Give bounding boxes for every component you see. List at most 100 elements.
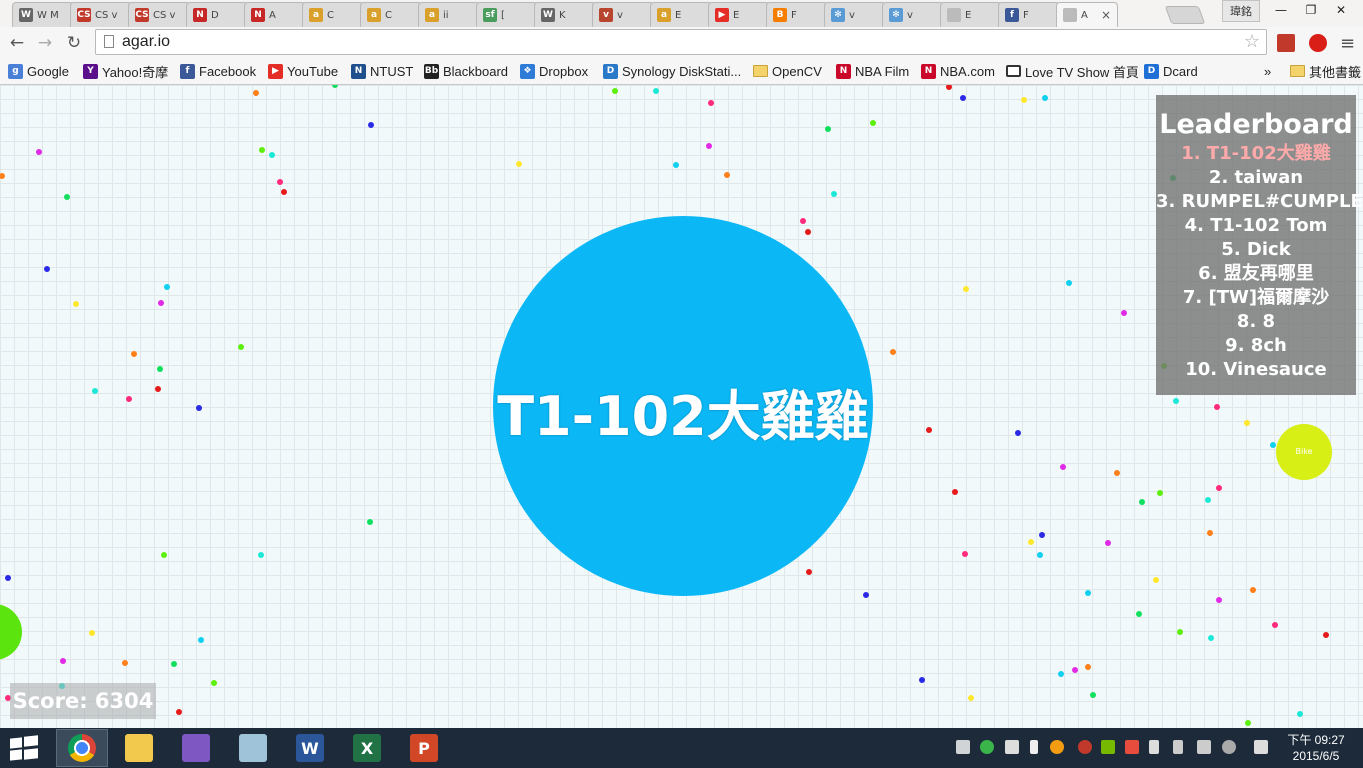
browser-tab[interactable]: CS CS v [128,2,190,27]
bookmark-item[interactable]: Love TV Show 首頁 [1006,62,1139,80]
taskbar-excel[interactable]: X [341,729,393,767]
antivirus-tray-icon[interactable] [1078,740,1092,754]
food-pellet [259,147,265,153]
restore-button[interactable]: ❐ [1296,0,1326,20]
browser-tab[interactable]: E [940,2,1002,27]
crest-icon: v [599,8,613,22]
browser-tab[interactable]: sf [ [476,2,538,27]
food-pellet [919,677,925,683]
nvidia-tray-icon[interactable] [1101,740,1115,754]
volume-icon[interactable] [1030,740,1038,754]
new-tab-button[interactable] [1164,6,1206,24]
bookmark-extension-icon[interactable] [1277,34,1295,52]
folder-icon [1290,65,1305,77]
browser-tab[interactable]: aC [360,2,422,27]
food-pellet [64,194,70,200]
network-tray-icon[interactable] [980,740,994,754]
start-button[interactable] [10,735,38,761]
browser-tab[interactable]: a ii [418,2,480,27]
browser-tab[interactable]: ✻ v [824,2,886,27]
bookmark-item[interactable]: D Dcard [1144,62,1198,80]
browser-tab[interactable]: aC [302,2,364,27]
back-button[interactable]: ← [6,32,28,54]
other-bookmarks[interactable]: 其他書籤 [1290,62,1361,80]
browser-tab[interactable]: vv [592,2,654,27]
browser-tab[interactable]: CS CS v [70,2,132,27]
tab-title: C [385,9,392,21]
bookmark-item[interactable]: OpenCV [753,62,822,80]
bookmark-item[interactable]: ❖ Dropbox [520,62,588,80]
reload-button[interactable]: ↻ [63,32,85,54]
enemy-cell-label: Bike [1295,447,1313,456]
bookmark-item[interactable]: Bb Blackboard [424,62,508,80]
taskbar-word[interactable]: W [284,729,336,767]
address-bar[interactable]: agar.io ☆ [95,29,1267,55]
update-tray-icon[interactable] [1050,740,1064,754]
bookmark-item[interactable]: N NBA.com [921,62,995,80]
leaderboard-entry: 4. T1-102 Tom [1184,215,1328,236]
browser-tab[interactable]: BF [766,2,828,27]
browser-tab[interactable]: ✻ v [882,2,944,27]
browser-tab[interactable]: ▶ E [708,2,770,27]
url-text[interactable]: agar.io [122,33,170,51]
system-clock[interactable]: 下午 09:27 2015/6/5 [1280,732,1352,764]
food-pellet [1139,499,1145,505]
bookmark-item[interactable]: f Facebook [180,62,256,80]
bookmark-star-icon[interactable]: ☆ [1244,31,1260,52]
bookmark-item[interactable]: D Synology DiskStati... [603,62,741,80]
bookmark-item[interactable]: ▶ YouTube [268,62,338,80]
cs-icon: CS [135,8,149,22]
food-pellet [281,189,287,195]
tab-strip: WW M CS CS v CS CS v N D N Aa Ca Ca ii sf[W Kv v a E ▶ E B F… [0,0,1363,27]
bookmark-label: Yahoo!奇摩 [102,64,169,80]
taskbar-file-explorer[interactable] [113,729,165,767]
bookmark-item[interactable]: g Google [8,62,69,80]
food-pellet [196,405,202,411]
tab-close-icon[interactable]: × [1101,8,1111,22]
leaderboard-title: Leaderboard [1159,109,1353,140]
food-pellet [157,366,163,372]
monitor-icon [1006,65,1021,77]
network-icon[interactable] [1197,740,1211,754]
game-canvas[interactable]: T1-102大雞雞 Bike 喵 Leaderboard 1. T1-102大雞… [0,85,1363,728]
browser-tab[interactable]: ND [186,2,248,27]
food-pellet [1121,310,1127,316]
close-tray-icon[interactable] [1222,740,1236,754]
browser-tab[interactable]: fF [998,2,1060,27]
browser-tab[interactable]: NA [244,2,306,27]
food-pellet [198,637,204,643]
browser-tab[interactable]: aE [650,2,712,27]
battery-icon[interactable] [1173,740,1183,754]
input-method-icon[interactable] [1254,740,1268,754]
ntust-icon: N [351,63,366,79]
browser-tab[interactable]: WK [534,2,596,27]
page-icon [104,35,114,48]
tab-title: A [269,9,276,21]
forward-button[interactable]: → [34,32,56,54]
flag-icon[interactable] [1149,740,1159,754]
leaderboard-entry: 9. 8ch [1225,335,1287,356]
bookmark-item[interactable]: N NTUST [351,62,413,80]
chrome-menu-icon[interactable]: ≡ [1340,33,1355,54]
taskbar-chrome[interactable] [56,729,108,767]
taskbar-notes[interactable] [227,729,279,767]
taskbar-visual-studio[interactable] [170,729,222,767]
dropbox-tray-icon[interactable] [1005,740,1019,754]
opera-extension-icon[interactable] [1309,34,1327,52]
browser-tab[interactable]: WW M [12,2,74,27]
security-tray-icon[interactable] [1125,740,1139,754]
minimize-button[interactable]: — [1266,0,1296,20]
bookmarks-overflow-button[interactable]: » [1264,62,1271,80]
yahoo-icon: Y [83,63,98,79]
bookmark-item[interactable]: Y Yahoo!奇摩 [83,62,168,80]
browser-tab[interactable]: A × [1056,2,1118,27]
tab-title: W M [37,9,59,21]
taskbar-powerpoint[interactable]: P [398,729,450,767]
food-pellet [155,386,161,392]
bookmark-item[interactable]: N NBA Film [836,62,909,80]
windows-tray-icon[interactable] [956,740,970,754]
close-window-button[interactable]: ✕ [1326,0,1356,20]
tab-title: D [211,9,219,21]
visual-studio-icon [182,734,210,762]
profile-button[interactable]: 瑋銘 [1222,0,1260,22]
